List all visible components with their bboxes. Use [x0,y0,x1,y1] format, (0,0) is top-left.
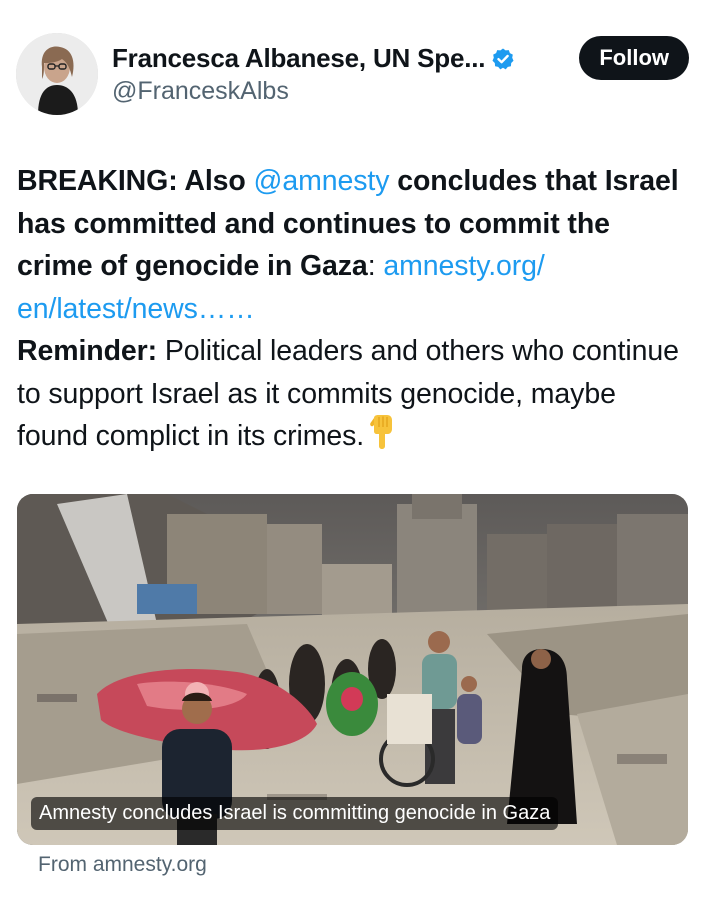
reminder-label: Reminder: [17,335,158,367]
author-display-name[interactable]: Francesca Albanese, UN Spe... [112,43,485,74]
card-caption: Amnesty concludes Israel is committing g… [31,797,559,830]
mention-link[interactable]: @amnesty [254,165,390,197]
tweet-colon: : [367,250,384,282]
author-name-row: Francesca Albanese, UN Spe... [112,43,515,74]
tweet-body: BREAKING: Also @amnesty concludes that I… [17,160,689,462]
link-preview-card[interactable]: Amnesty concludes Israel is committing g… [17,494,688,845]
tweet-bold-text: BREAKING: Also [17,165,254,197]
author-handle[interactable]: @FranceskAlbs [112,77,289,106]
tweet-header: Francesca Albanese, UN Spe... @FranceskA… [16,33,689,115]
article-photo [17,494,688,845]
follow-button[interactable]: Follow [579,36,689,80]
pointing-down-emoji-icon [370,415,396,462]
card-source[interactable]: From amnesty.org [38,853,207,877]
verified-badge-icon [491,47,515,71]
author-avatar[interactable] [16,33,98,115]
